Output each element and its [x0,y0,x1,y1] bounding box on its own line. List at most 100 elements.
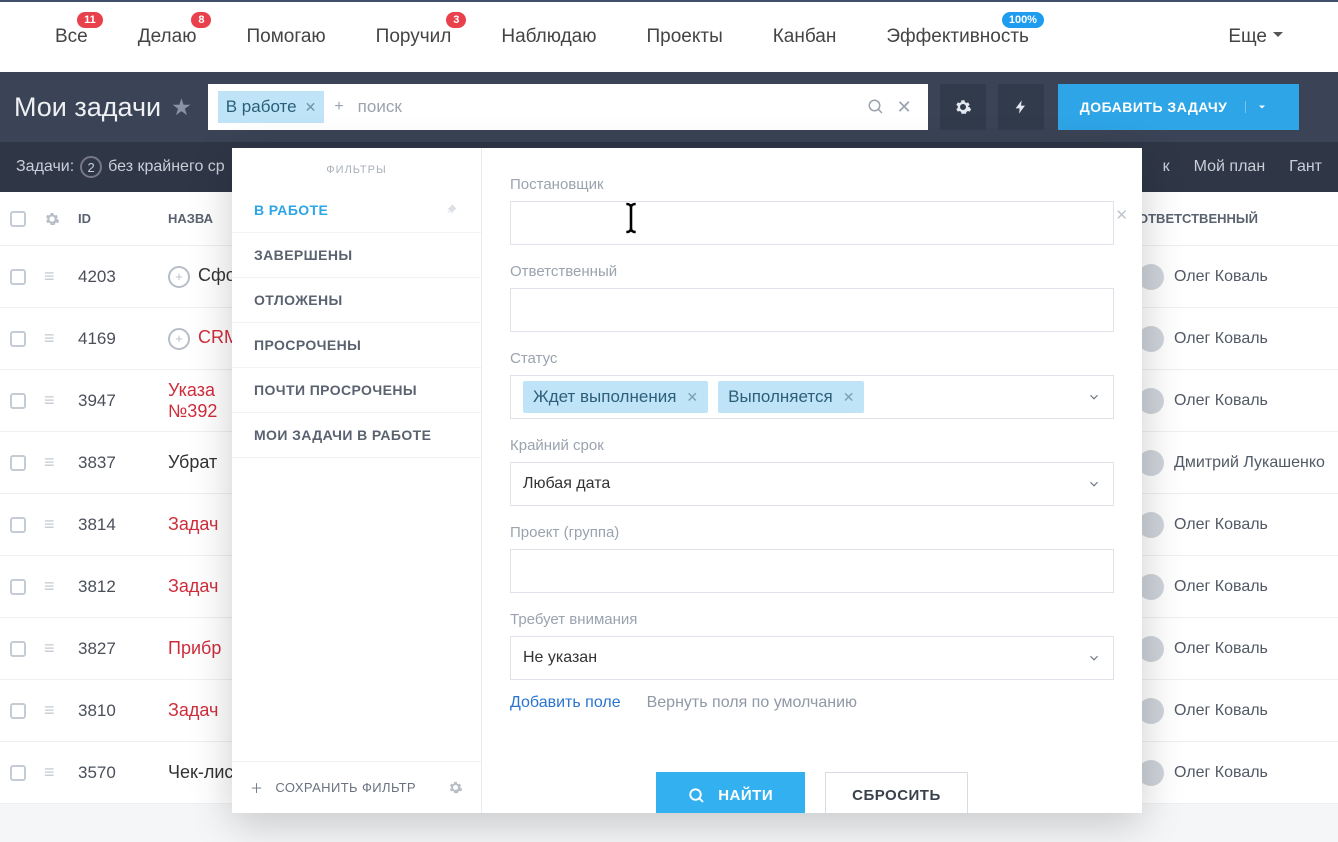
assignee[interactable]: Олег Коваль [1138,512,1328,538]
find-button[interactable]: НАЙТИ [656,772,805,813]
reset-button[interactable]: СБРОСИТЬ [825,772,968,813]
task-id: 4169 [78,329,168,349]
settings-button[interactable] [940,84,986,130]
view-deadline[interactable]: к [1163,158,1170,176]
automation-button[interactable] [998,84,1044,130]
row-checkbox[interactable] [10,579,26,595]
drag-handle-icon[interactable]: ≡ [44,762,78,783]
filter-settings-icon[interactable] [448,780,463,795]
filter-preset-item[interactable]: В РАБОТЕ [232,188,481,233]
tasks-count: 2 [80,156,102,178]
plus-icon: ＋ [250,778,263,797]
save-filter-button[interactable]: СОХРАНИТЬ ФИЛЬТР [275,780,416,795]
tab-all[interactable]: Все11 [30,26,113,48]
expand-icon[interactable]: + [168,328,190,350]
assignee[interactable]: Олег Коваль [1138,574,1328,600]
filter-preset-item[interactable]: ПРОСРОЧЕНЫ [232,323,481,368]
reset-fields-link[interactable]: Вернуть поля по умолчанию [647,694,857,712]
row-checkbox[interactable] [10,703,26,719]
status-chip[interactable]: Выполняется✕ [718,381,864,413]
project-input[interactable] [510,549,1114,593]
remove-field-icon[interactable]: ✕ [1115,206,1128,224]
task-id: 3837 [78,453,168,473]
badge: 8 [191,12,211,28]
tab-watching[interactable]: Наблюдаю [476,26,621,48]
col-id[interactable]: ID [78,211,168,226]
tab-helping[interactable]: Помогаю [221,26,350,48]
tab-kanban[interactable]: Канбан [748,26,862,48]
row-checkbox[interactable] [10,641,26,657]
table-settings-icon[interactable] [44,211,78,227]
filter-sidebar: ФИЛЬТРЫ В РАБОТЕЗАВЕРШЕНЫОТЛОЖЕНЫПРОСРОЧ… [232,148,482,813]
col-responsible[interactable]: ОТВЕТСТВЕННЫЙ [1138,211,1328,226]
deadline-select[interactable]: Любая дата [510,462,1114,506]
view-gantt[interactable]: Гант [1289,158,1322,176]
status-select[interactable]: Ждет выполнения✕ Выполняется✕ [510,375,1114,419]
tab-efficiency[interactable]: Эффективность100% [861,26,1054,48]
task-id: 3810 [78,701,168,721]
chip-remove-icon[interactable]: ✕ [843,389,855,406]
drag-handle-icon[interactable]: ≡ [44,700,78,721]
assignee[interactable]: Олег Коваль [1138,636,1328,662]
tab-more[interactable]: Еще [1203,26,1308,48]
expand-icon[interactable]: + [168,266,190,288]
drag-handle-icon[interactable]: ≡ [44,328,78,349]
status-chip[interactable]: Ждет выполнения✕ [523,381,708,413]
row-checkbox[interactable] [10,455,26,471]
tasks-desc: без крайнего ср [108,158,225,176]
chevron-down-icon [1087,477,1101,491]
assignee[interactable]: Олег Коваль [1138,326,1328,352]
filter-preset-item[interactable]: ЗАВЕРШЕНЫ [232,233,481,278]
search-chip[interactable]: В работе✕ [218,91,325,123]
assignee[interactable]: Олег Коваль [1138,264,1328,290]
drag-handle-icon[interactable]: ≡ [44,266,78,287]
filter-form: ≡ Постановщик ✕ Ответственный Статус Жде… [482,148,1142,813]
assignee[interactable]: Олег Коваль [1138,698,1328,724]
label-attention: Требует внимания [510,611,1114,628]
assignee[interactable]: Дмитрий Лукашенко [1138,450,1328,476]
page-title: Мои задачи [14,92,161,123]
chip-remove-icon[interactable]: ✕ [686,389,698,406]
chevron-down-icon [1087,390,1101,404]
add-task-dropdown[interactable] [1245,101,1277,113]
search-bar[interactable]: В работе✕ + ✕ [208,84,928,130]
select-all-checkbox[interactable] [10,211,26,227]
tasks-label: Задачи: [16,158,74,176]
badge: 100% [1002,12,1044,28]
assignee[interactable]: Олег Коваль [1138,388,1328,414]
responsible-input[interactable] [510,288,1114,332]
row-checkbox[interactable] [10,517,26,533]
clear-search-icon[interactable]: ✕ [891,97,918,118]
filter-preset-item[interactable]: ОТЛОЖЕНЫ [232,278,481,323]
creator-input[interactable] [510,201,1114,245]
drag-handle-icon[interactable]: ≡ [44,514,78,535]
drag-handle-icon[interactable]: ≡ [44,638,78,659]
row-checkbox[interactable] [10,393,26,409]
chevron-down-icon [1256,101,1268,113]
view-my-plan[interactable]: Мой план [1194,158,1266,176]
drag-handle-icon[interactable]: ≡ [44,390,78,411]
drag-handle-icon[interactable]: ≡ [44,452,78,473]
tab-assigned[interactable]: Поручил3 [351,26,477,48]
task-id: 3827 [78,639,168,659]
attention-select[interactable]: Не указан [510,636,1114,680]
add-task-button[interactable]: ДОБАВИТЬ ЗАДАЧУ [1058,84,1300,130]
gear-icon [954,98,972,116]
search-icon[interactable] [861,98,891,116]
label-deadline: Крайний срок [510,437,1114,454]
filter-preset-item[interactable]: ПОЧТИ ПРОСРОЧЕНЫ [232,368,481,413]
pin-icon[interactable] [445,203,459,217]
search-input[interactable] [348,97,861,117]
row-checkbox[interactable] [10,269,26,285]
add-field-link[interactable]: Добавить поле [510,694,621,712]
filter-preset-item[interactable]: МОИ ЗАДАЧИ В РАБОТЕ [232,413,481,458]
drag-handle-icon[interactable]: ≡ [44,576,78,597]
favorite-star-icon[interactable]: ★ [171,94,192,121]
tab-doing[interactable]: Делаю8 [113,26,222,48]
tab-projects[interactable]: Проекты [621,26,747,48]
badge: 11 [77,12,103,28]
row-checkbox[interactable] [10,331,26,347]
assignee[interactable]: Олег Коваль [1138,760,1328,786]
row-checkbox[interactable] [10,765,26,781]
chip-remove-icon[interactable]: ✕ [305,99,317,116]
